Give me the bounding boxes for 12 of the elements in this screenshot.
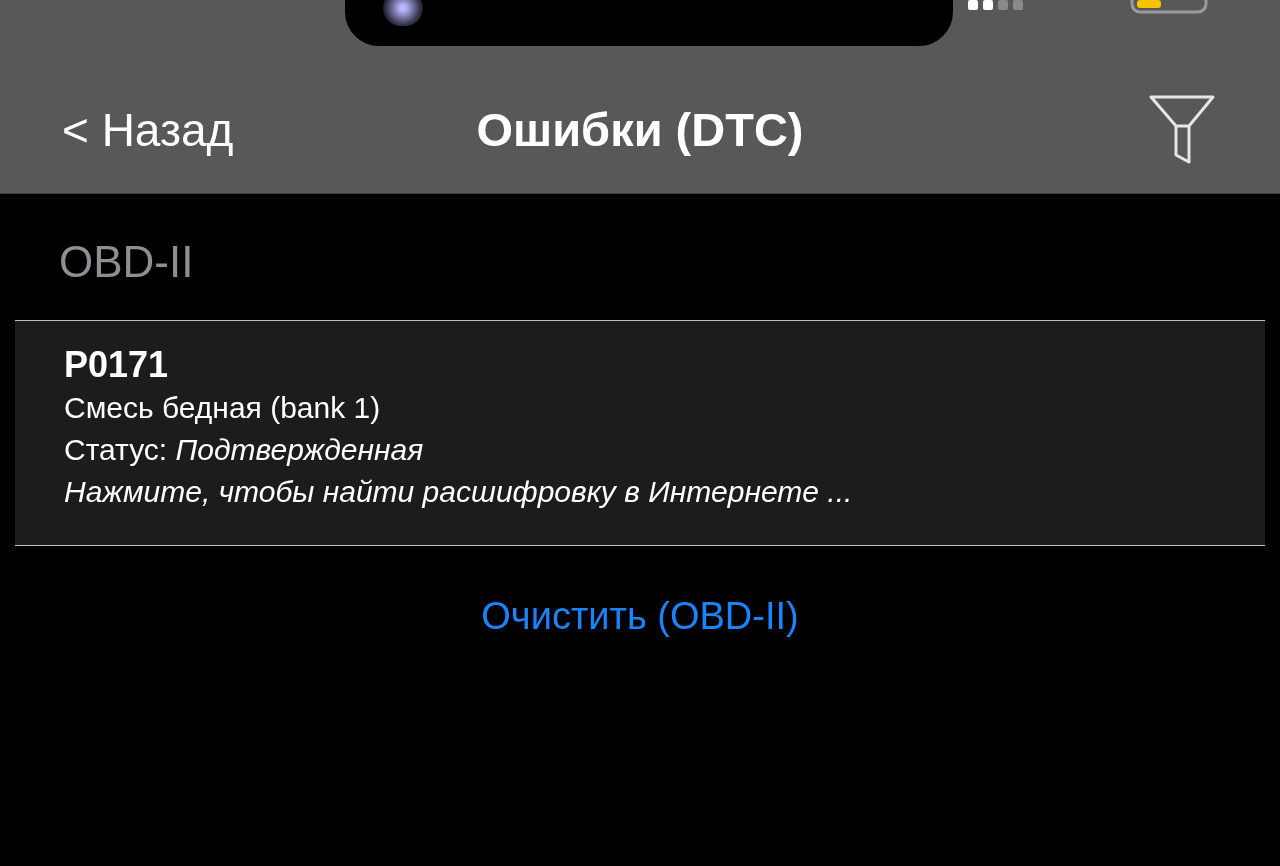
section-header: OBD-II xyxy=(59,240,194,288)
error-code: P0171 xyxy=(64,343,169,387)
error-status: Статус: Подтвержденная xyxy=(64,432,424,468)
camera-icon xyxy=(383,0,423,26)
back-button[interactable]: < Назад xyxy=(62,95,234,165)
clear-button[interactable]: Очистить (OBD-II) xyxy=(481,588,799,645)
error-description: Смесь бедная (bank 1) xyxy=(64,390,381,426)
screen-title: Ошибки (DTC) xyxy=(476,101,804,158)
battery-icon xyxy=(1130,0,1210,14)
search-hint[interactable]: Нажмите, чтобы найти расшифровку в Интернете ... xyxy=(64,471,853,513)
filter-icon[interactable] xyxy=(1148,94,1216,164)
error-row[interactable]: P0171 Смесь бедная (bank 1) Статус: Подтвержденная Нажмите, чтобы найти расшифровку в Интернете ... xyxy=(15,321,1265,545)
